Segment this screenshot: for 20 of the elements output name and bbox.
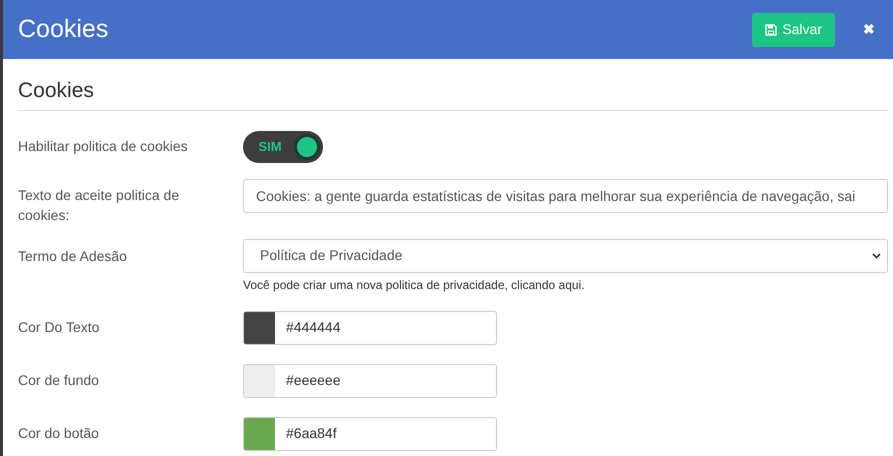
- field-label: Termo de Adesão: [18, 246, 128, 266]
- input-field[interactable]: Cookies: a gente guarda estatísticas de visitas para melhorar sua experiência de navegação, sai: [243, 178, 888, 212]
- field-label: Cor Do Texto: [18, 318, 100, 337]
- chevron-down-icon: [872, 252, 881, 258]
- toggle-switch[interactable]: SIM: [243, 130, 323, 162]
- field-label: Cor do botão: [18, 424, 100, 443]
- field-label: Texto de aceite politica de cookies:: [18, 186, 180, 224]
- close-button[interactable]: ✖: [863, 19, 875, 40]
- modal-title: Cookies: [18, 14, 110, 45]
- color-input[interactable]: #6aa84f: [243, 416, 497, 450]
- color-swatch[interactable]: [244, 364, 275, 396]
- field-label: Cor de fundo: [18, 371, 100, 390]
- color-input[interactable]: #444444: [243, 310, 497, 344]
- section-title: Cookies: [18, 75, 888, 110]
- field-label: Habilitar politica de cookies: [18, 137, 189, 156]
- help-text: Você pode criar uma nova politica de privacidade, clicando aqui.: [243, 276, 586, 294]
- color-swatch[interactable]: [244, 312, 275, 344]
- color-input[interactable]: #eeeeee: [243, 364, 497, 398]
- color-swatch[interactable]: [244, 418, 275, 450]
- dropdown-field[interactable]: Política de Privacidade: [243, 238, 888, 272]
